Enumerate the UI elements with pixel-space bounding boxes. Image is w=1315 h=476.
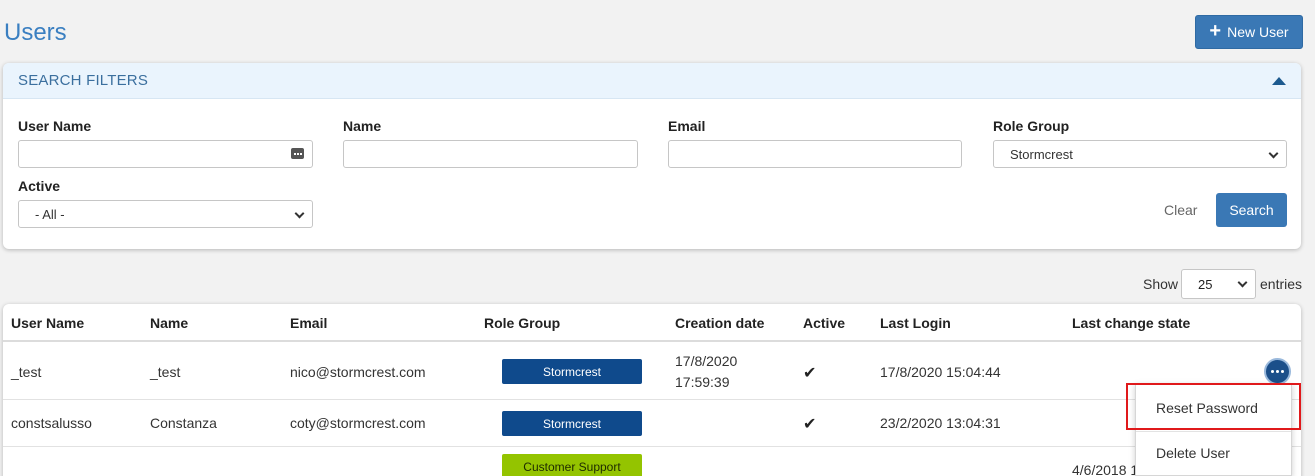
cell-email: nico@stormcrest.com xyxy=(290,364,426,380)
new-user-label: New User xyxy=(1227,24,1289,40)
plus-icon: + xyxy=(1209,20,1222,42)
checkmark-icon: ✔ xyxy=(803,365,817,382)
menu-divider xyxy=(1136,431,1291,432)
active-selected: - All - xyxy=(35,206,65,222)
column-header-last-change-state[interactable]: Last change state xyxy=(1072,315,1190,331)
cell-last-login: 23/2/2020 13:04:31 xyxy=(880,415,1001,431)
page-title: Users xyxy=(4,19,67,46)
column-header-name[interactable]: Name xyxy=(150,315,188,331)
role-group-label: Role Group xyxy=(993,118,1070,134)
checkmark-icon: ✔ xyxy=(803,416,817,433)
column-header-email[interactable]: Email xyxy=(290,315,327,331)
search-button[interactable]: Search xyxy=(1216,193,1287,227)
show-label: Show xyxy=(1143,276,1179,292)
email-input[interactable] xyxy=(668,140,962,168)
chevron-down-icon xyxy=(1237,277,1248,288)
entries-label: entries xyxy=(1260,276,1303,292)
column-header-last-login[interactable]: Last Login xyxy=(880,315,951,331)
search-filters-panel: SEARCH FILTERS User Name Name Email Role… xyxy=(3,63,1301,249)
table-row[interactable]: _test _test nico@stormcrest.com Stormcre… xyxy=(3,344,1301,400)
active-label: Active xyxy=(18,178,61,194)
cell-user-name: constsalusso xyxy=(11,415,92,431)
row-actions-button[interactable] xyxy=(1264,358,1291,385)
new-user-button[interactable]: + New User xyxy=(1195,15,1303,49)
cell-creation-date: 17/8/2020 xyxy=(675,353,738,369)
cell-last-login: 17/8/2020 15:04:44 xyxy=(880,364,1001,380)
table-row[interactable]: Customer Support 4/6/2018 16:16:26 by xyxy=(3,447,1301,476)
clear-button[interactable]: Clear xyxy=(1164,202,1197,218)
user-name-label: User Name xyxy=(18,118,92,134)
cell-email: coty@stormcrest.com xyxy=(290,415,426,431)
cell-name: Constanza xyxy=(150,415,217,431)
highlight-box xyxy=(1126,383,1301,430)
role-group-badge: Stormcrest xyxy=(502,359,642,384)
column-header-creation-date[interactable]: Creation date xyxy=(675,315,764,331)
cell-name: _test xyxy=(150,364,181,380)
cell-creation-time: 17:59:39 xyxy=(675,374,730,390)
email-label: Email xyxy=(668,118,706,134)
table-row[interactable]: constsalusso Constanza coty@stormcrest.c… xyxy=(3,400,1301,447)
search-filters-title: SEARCH FILTERS xyxy=(18,72,149,89)
role-group-badge: Customer Support xyxy=(502,454,642,476)
name-input[interactable] xyxy=(343,140,638,168)
users-table: User Name Name Email Role Group Creation… xyxy=(3,304,1301,476)
name-label: Name xyxy=(343,118,382,134)
table-header: User Name Name Email Role Group Creation… xyxy=(3,304,1301,342)
collapse-up-icon[interactable] xyxy=(1272,77,1286,85)
column-header-role-group[interactable]: Role Group xyxy=(484,315,560,331)
keyboard-icon[interactable] xyxy=(291,148,304,159)
chevron-down-icon xyxy=(294,208,305,219)
cell-user-name: _test xyxy=(11,364,42,380)
page-size-value: 25 xyxy=(1198,276,1213,292)
delete-user-menu-item[interactable]: Delete User xyxy=(1136,433,1291,473)
user-name-input[interactable] xyxy=(18,140,313,168)
role-group-selected: Stormcrest xyxy=(1010,146,1073,162)
role-group-select[interactable]: Stormcrest xyxy=(993,140,1287,168)
page-size-select[interactable]: 25 xyxy=(1181,269,1256,299)
chevron-down-icon xyxy=(1268,148,1279,159)
role-group-badge: Stormcrest xyxy=(502,411,642,436)
active-select[interactable]: - All - xyxy=(18,200,313,228)
column-header-active[interactable]: Active xyxy=(803,315,845,331)
column-header-user-name[interactable]: User Name xyxy=(11,315,84,331)
search-filters-header[interactable]: SEARCH FILTERS xyxy=(3,63,1301,99)
